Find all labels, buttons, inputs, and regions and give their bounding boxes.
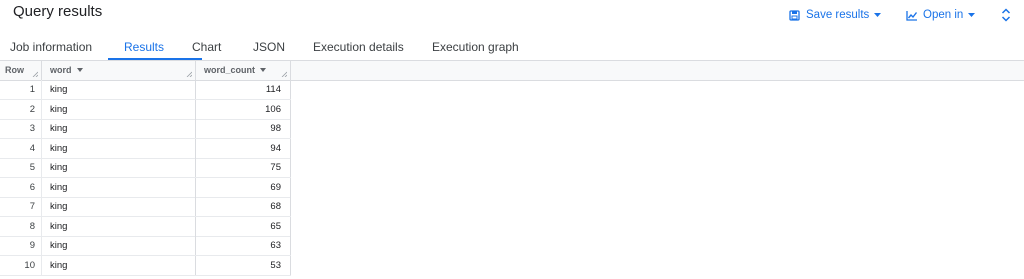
row-number: 2	[0, 99, 42, 119]
open-in-label: Open in	[923, 9, 964, 21]
resize-handle-icon[interactable]	[186, 71, 192, 77]
resize-handle-icon[interactable]	[32, 71, 38, 77]
word-cell[interactable]: king	[42, 99, 196, 119]
word-count-cell[interactable]: 94	[196, 138, 291, 158]
word-cell[interactable]: king	[42, 119, 196, 138]
tab-execution-details[interactable]: Execution details	[313, 40, 404, 54]
column-header-word-count[interactable]: word_count	[196, 61, 291, 80]
word-cell[interactable]: king	[42, 255, 196, 275]
word-count-cell[interactable]: 98	[196, 119, 291, 138]
tab-json[interactable]: JSON	[253, 40, 285, 54]
table-header: Row word word_count	[0, 61, 1024, 81]
word-count-cell[interactable]: 69	[196, 177, 291, 197]
word-count-cell[interactable]: 106	[196, 99, 291, 119]
column-header-word[interactable]: word	[42, 61, 196, 80]
table-row[interactable]: 3 king 98	[0, 119, 291, 139]
dropdown-arrow-icon	[874, 13, 882, 17]
row-number: 10	[0, 255, 42, 275]
word-cell[interactable]: king	[42, 80, 196, 99]
column-header-row: Row	[0, 61, 42, 80]
table-row[interactable]: 10 king 53	[0, 255, 291, 276]
active-tab-indicator	[108, 58, 202, 60]
resize-handle-icon[interactable]	[281, 71, 287, 77]
table-row[interactable]: 7 king 68	[0, 197, 291, 217]
row-number: 5	[0, 158, 42, 177]
word-cell[interactable]: king	[42, 236, 196, 255]
expand-collapse-icon[interactable]	[999, 7, 1013, 23]
word-cell[interactable]: king	[42, 177, 196, 197]
chart-icon	[906, 10, 918, 21]
table-row[interactable]: 2 king 106	[0, 99, 291, 120]
row-number: 9	[0, 236, 42, 255]
tab-chart[interactable]: Chart	[192, 40, 221, 54]
results-tabs: Job information Results Chart JSON Execu…	[0, 33, 1024, 61]
table-row[interactable]: 5 king 75	[0, 158, 291, 178]
save-icon	[789, 9, 800, 21]
word-count-cell[interactable]: 53	[196, 255, 291, 275]
word-count-cell[interactable]: 75	[196, 158, 291, 177]
results-header: Query results Save results Open in	[0, 0, 1024, 32]
row-number: 3	[0, 119, 42, 138]
tab-job-information[interactable]: Job information	[10, 40, 92, 54]
word-cell[interactable]: king	[42, 216, 196, 236]
sort-arrow-icon[interactable]	[260, 68, 266, 72]
tab-execution-graph[interactable]: Execution graph	[432, 40, 519, 54]
page-title: Query results	[13, 3, 103, 20]
save-results-button[interactable]: Save results	[789, 7, 882, 23]
word-cell[interactable]: king	[42, 158, 196, 177]
table-row[interactable]: 9 king 63	[0, 236, 291, 256]
table-row[interactable]: 1 king 114	[0, 80, 291, 100]
word-count-cell[interactable]: 114	[196, 80, 291, 99]
table-row[interactable]: 6 king 69	[0, 177, 291, 198]
table-row[interactable]: 4 king 94	[0, 138, 291, 159]
open-in-button[interactable]: Open in	[906, 7, 976, 23]
word-count-cell[interactable]: 68	[196, 197, 291, 216]
row-number: 6	[0, 177, 42, 197]
table-row[interactable]: 8 king 65	[0, 216, 291, 237]
row-number: 7	[0, 197, 42, 216]
row-number: 8	[0, 216, 42, 236]
row-number: 1	[0, 80, 42, 99]
word-cell[interactable]: king	[42, 138, 196, 158]
word-count-cell[interactable]: 63	[196, 236, 291, 255]
word-count-cell[interactable]: 65	[196, 216, 291, 236]
results-table: Row word word_count 1 king 114 2 king 10…	[0, 61, 1024, 279]
dropdown-arrow-icon	[968, 13, 976, 17]
sort-arrow-icon[interactable]	[77, 68, 83, 72]
tab-results[interactable]: Results	[124, 40, 164, 54]
row-number: 4	[0, 138, 42, 158]
word-cell[interactable]: king	[42, 197, 196, 216]
save-results-label: Save results	[806, 9, 870, 21]
